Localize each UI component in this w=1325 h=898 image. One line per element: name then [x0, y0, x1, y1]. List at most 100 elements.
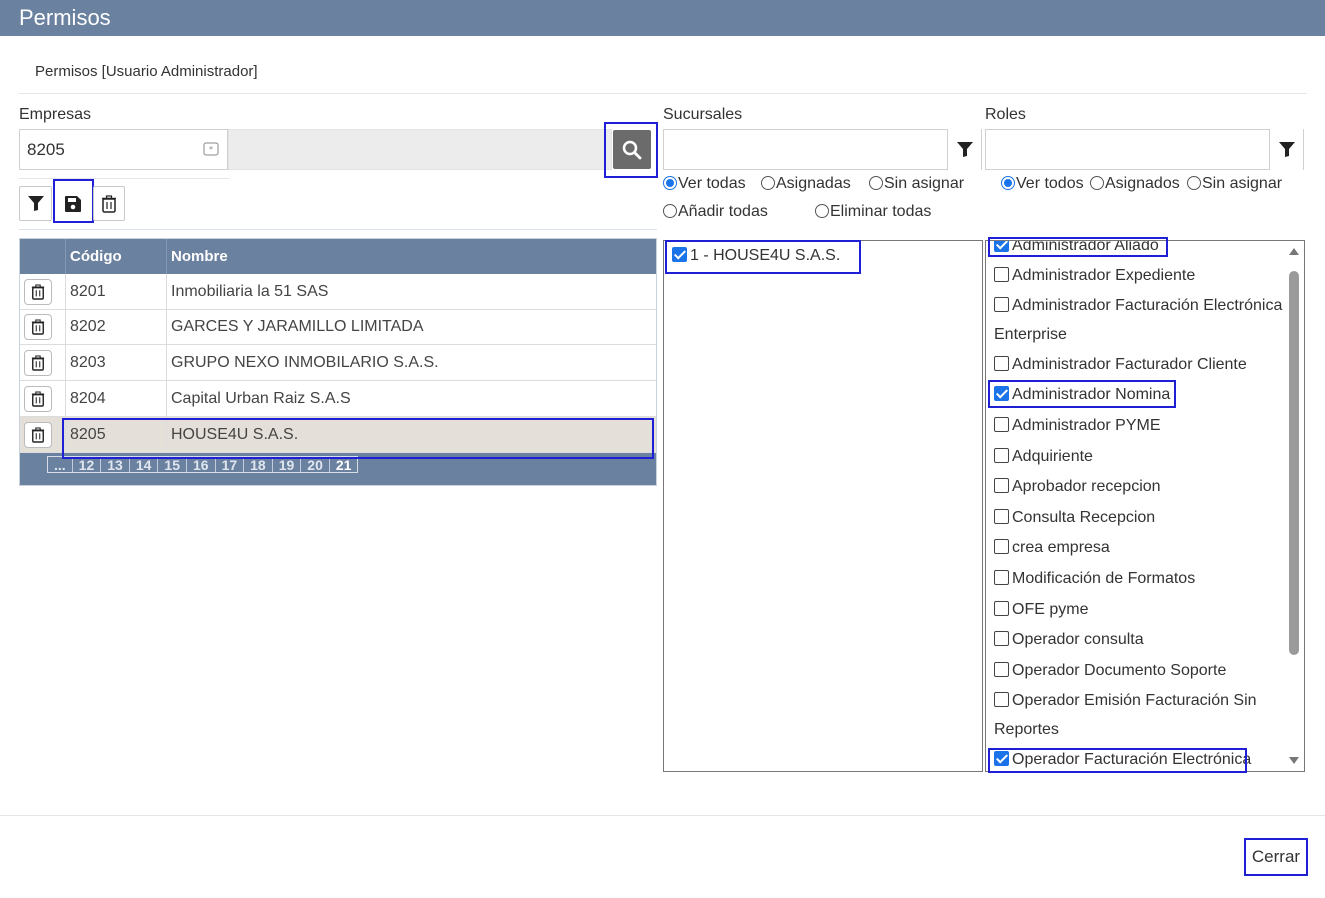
scroll-thumb[interactable]	[1289, 271, 1299, 655]
role-item[interactable]: Administrador Expediente	[994, 267, 1195, 285]
page-link[interactable]: 12	[73, 457, 102, 473]
role-item[interactable]: Administrador Facturador Cliente	[994, 356, 1247, 374]
filter-icon	[956, 142, 973, 157]
role-highlight	[988, 380, 1176, 408]
empresa-code-value: 8205	[27, 140, 65, 159]
trash-icon	[31, 354, 45, 371]
table-row[interactable]: 8203 GRUPO NEXO INMOBILARIO S.A.S.	[19, 345, 657, 381]
checkbox-icon[interactable]	[994, 539, 1009, 554]
role-item[interactable]: Operador Documento Soporte	[994, 662, 1226, 680]
cell-nombre: Capital Urban Raiz S.A.S	[171, 389, 351, 407]
row-delete-button[interactable]	[24, 278, 52, 305]
roles-filter-button[interactable]	[1269, 129, 1303, 170]
page-link[interactable]: 15	[158, 457, 187, 473]
cell-nombre: Inmobiliaria la 51 SAS	[171, 282, 329, 300]
checkbox-icon[interactable]	[994, 448, 1009, 463]
radio-asignados[interactable]: Asignados	[1090, 175, 1180, 193]
row-delete-button[interactable]	[24, 421, 52, 448]
divider	[19, 93, 1307, 94]
header-nombre[interactable]: Nombre	[167, 238, 657, 274]
grid-header: Código Nombre	[19, 238, 657, 274]
row-delete-button[interactable]	[24, 385, 52, 412]
roles-list[interactable]: Administrador Aliado Administrador Exped…	[985, 240, 1305, 772]
page-link[interactable]: 17	[216, 457, 245, 473]
roles-filter-field[interactable]	[985, 129, 1304, 170]
radio-off-icon	[1090, 176, 1104, 190]
cell-codigo: 8203	[66, 345, 167, 380]
radio-eliminar-todas[interactable]: Eliminar todas	[815, 203, 931, 221]
radio-ver-todos[interactable]: Ver todos	[1001, 175, 1084, 193]
role-item[interactable]: Administrador Facturación Electrónica	[994, 297, 1282, 315]
page-link[interactable]: 16	[187, 457, 216, 473]
checkbox-icon[interactable]	[994, 417, 1009, 432]
cell-codigo: 8202	[66, 310, 167, 344]
role-item[interactable]: Consulta Recepcion	[994, 509, 1155, 527]
table-row[interactable]: 8201 Inmobiliaria la 51 SAS	[19, 274, 657, 310]
role-item[interactable]: Operador Emisión Facturación Sin	[994, 692, 1257, 710]
role-item[interactable]: OFE pyme	[994, 601, 1088, 619]
role-highlight	[988, 748, 1247, 773]
role-item[interactable]: crea empresa	[994, 539, 1110, 557]
roles-scrollbar[interactable]	[1284, 241, 1304, 771]
search-icon	[622, 140, 642, 159]
table-row[interactable]: 8204 Capital Urban Raiz S.A.S	[19, 381, 657, 417]
current-page: 21	[335, 457, 352, 473]
role-item[interactable]: Modificación de Formatos	[994, 570, 1195, 588]
role-item[interactable]: Adquiriente	[994, 448, 1093, 466]
page-link[interactable]: 18	[244, 457, 273, 473]
radio-roles-sin-asignar[interactable]: Sin asignar	[1187, 175, 1282, 193]
cell-codigo: 8204	[66, 381, 167, 416]
filter-icon	[1278, 142, 1295, 157]
checkbox-icon[interactable]	[994, 509, 1009, 524]
radio-sin-asignar[interactable]: Sin asignar	[869, 175, 964, 193]
sucursales-filter-button[interactable]	[947, 129, 981, 170]
cell-nombre: GRUPO NEXO INMOBILARIO S.A.S.	[171, 353, 439, 371]
role-highlight	[988, 237, 1168, 257]
row-delete-button[interactable]	[24, 314, 52, 340]
footer-divider	[0, 815, 1325, 816]
empresa-name-field[interactable]	[228, 129, 612, 170]
search-button[interactable]	[613, 130, 651, 169]
page-link[interactable]: 14	[130, 457, 159, 473]
trash-icon	[31, 390, 45, 407]
empresa-code-field[interactable]: 8205 *	[19, 129, 228, 170]
filter-button[interactable]	[19, 186, 52, 221]
role-item[interactable]: Administrador PYME	[994, 417, 1161, 435]
radio-off-icon	[869, 176, 883, 190]
trash-icon	[31, 283, 45, 300]
page-link[interactable]: 19	[273, 457, 302, 473]
sucursales-filter-field[interactable]	[663, 129, 982, 170]
row-delete-button[interactable]	[24, 349, 52, 376]
clear-field-icon[interactable]: *	[203, 142, 219, 161]
radio-asignadas[interactable]: Asignadas	[761, 175, 851, 193]
checkbox-icon[interactable]	[994, 662, 1009, 677]
radio-ver-todas[interactable]: Ver todas	[663, 175, 746, 193]
trash-icon	[31, 319, 45, 335]
scroll-down-icon[interactable]	[1289, 757, 1299, 764]
checkbox-icon[interactable]	[994, 601, 1009, 616]
checkbox-icon[interactable]	[994, 356, 1009, 371]
selected-row-highlight	[62, 418, 654, 459]
role-item[interactable]: Aprobador recepcion	[994, 478, 1161, 496]
role-item[interactable]: Operador consulta	[994, 631, 1144, 649]
checkbox-icon[interactable]	[994, 267, 1009, 282]
sucursales-list[interactable]: 1 - HOUSE4U S.A.S.	[663, 240, 983, 772]
page-link[interactable]: 13	[101, 457, 130, 473]
radio-anadir-todas[interactable]: Añadir todas	[663, 203, 768, 221]
close-button[interactable]: Cerrar	[1244, 838, 1308, 876]
divider	[19, 229, 657, 230]
table-row[interactable]: 8202 GARCES Y JARAMILLO LIMITADA	[19, 310, 657, 345]
scroll-up-icon[interactable]	[1289, 248, 1299, 255]
header-codigo[interactable]: Código	[66, 238, 167, 274]
checkbox-icon[interactable]	[994, 631, 1009, 646]
sucursal-highlight	[665, 240, 861, 274]
checkbox-icon[interactable]	[994, 297, 1009, 312]
checkbox-icon[interactable]	[994, 478, 1009, 493]
radio-off-icon	[1187, 176, 1201, 190]
delete-button[interactable]	[93, 186, 125, 221]
checkbox-icon[interactable]	[994, 692, 1009, 707]
checkbox-icon[interactable]	[994, 570, 1009, 585]
cell-nombre: GARCES Y JARAMILLO LIMITADA	[171, 318, 424, 335]
page-link[interactable]: ...	[48, 457, 73, 473]
page-link[interactable]: 20	[301, 457, 330, 473]
